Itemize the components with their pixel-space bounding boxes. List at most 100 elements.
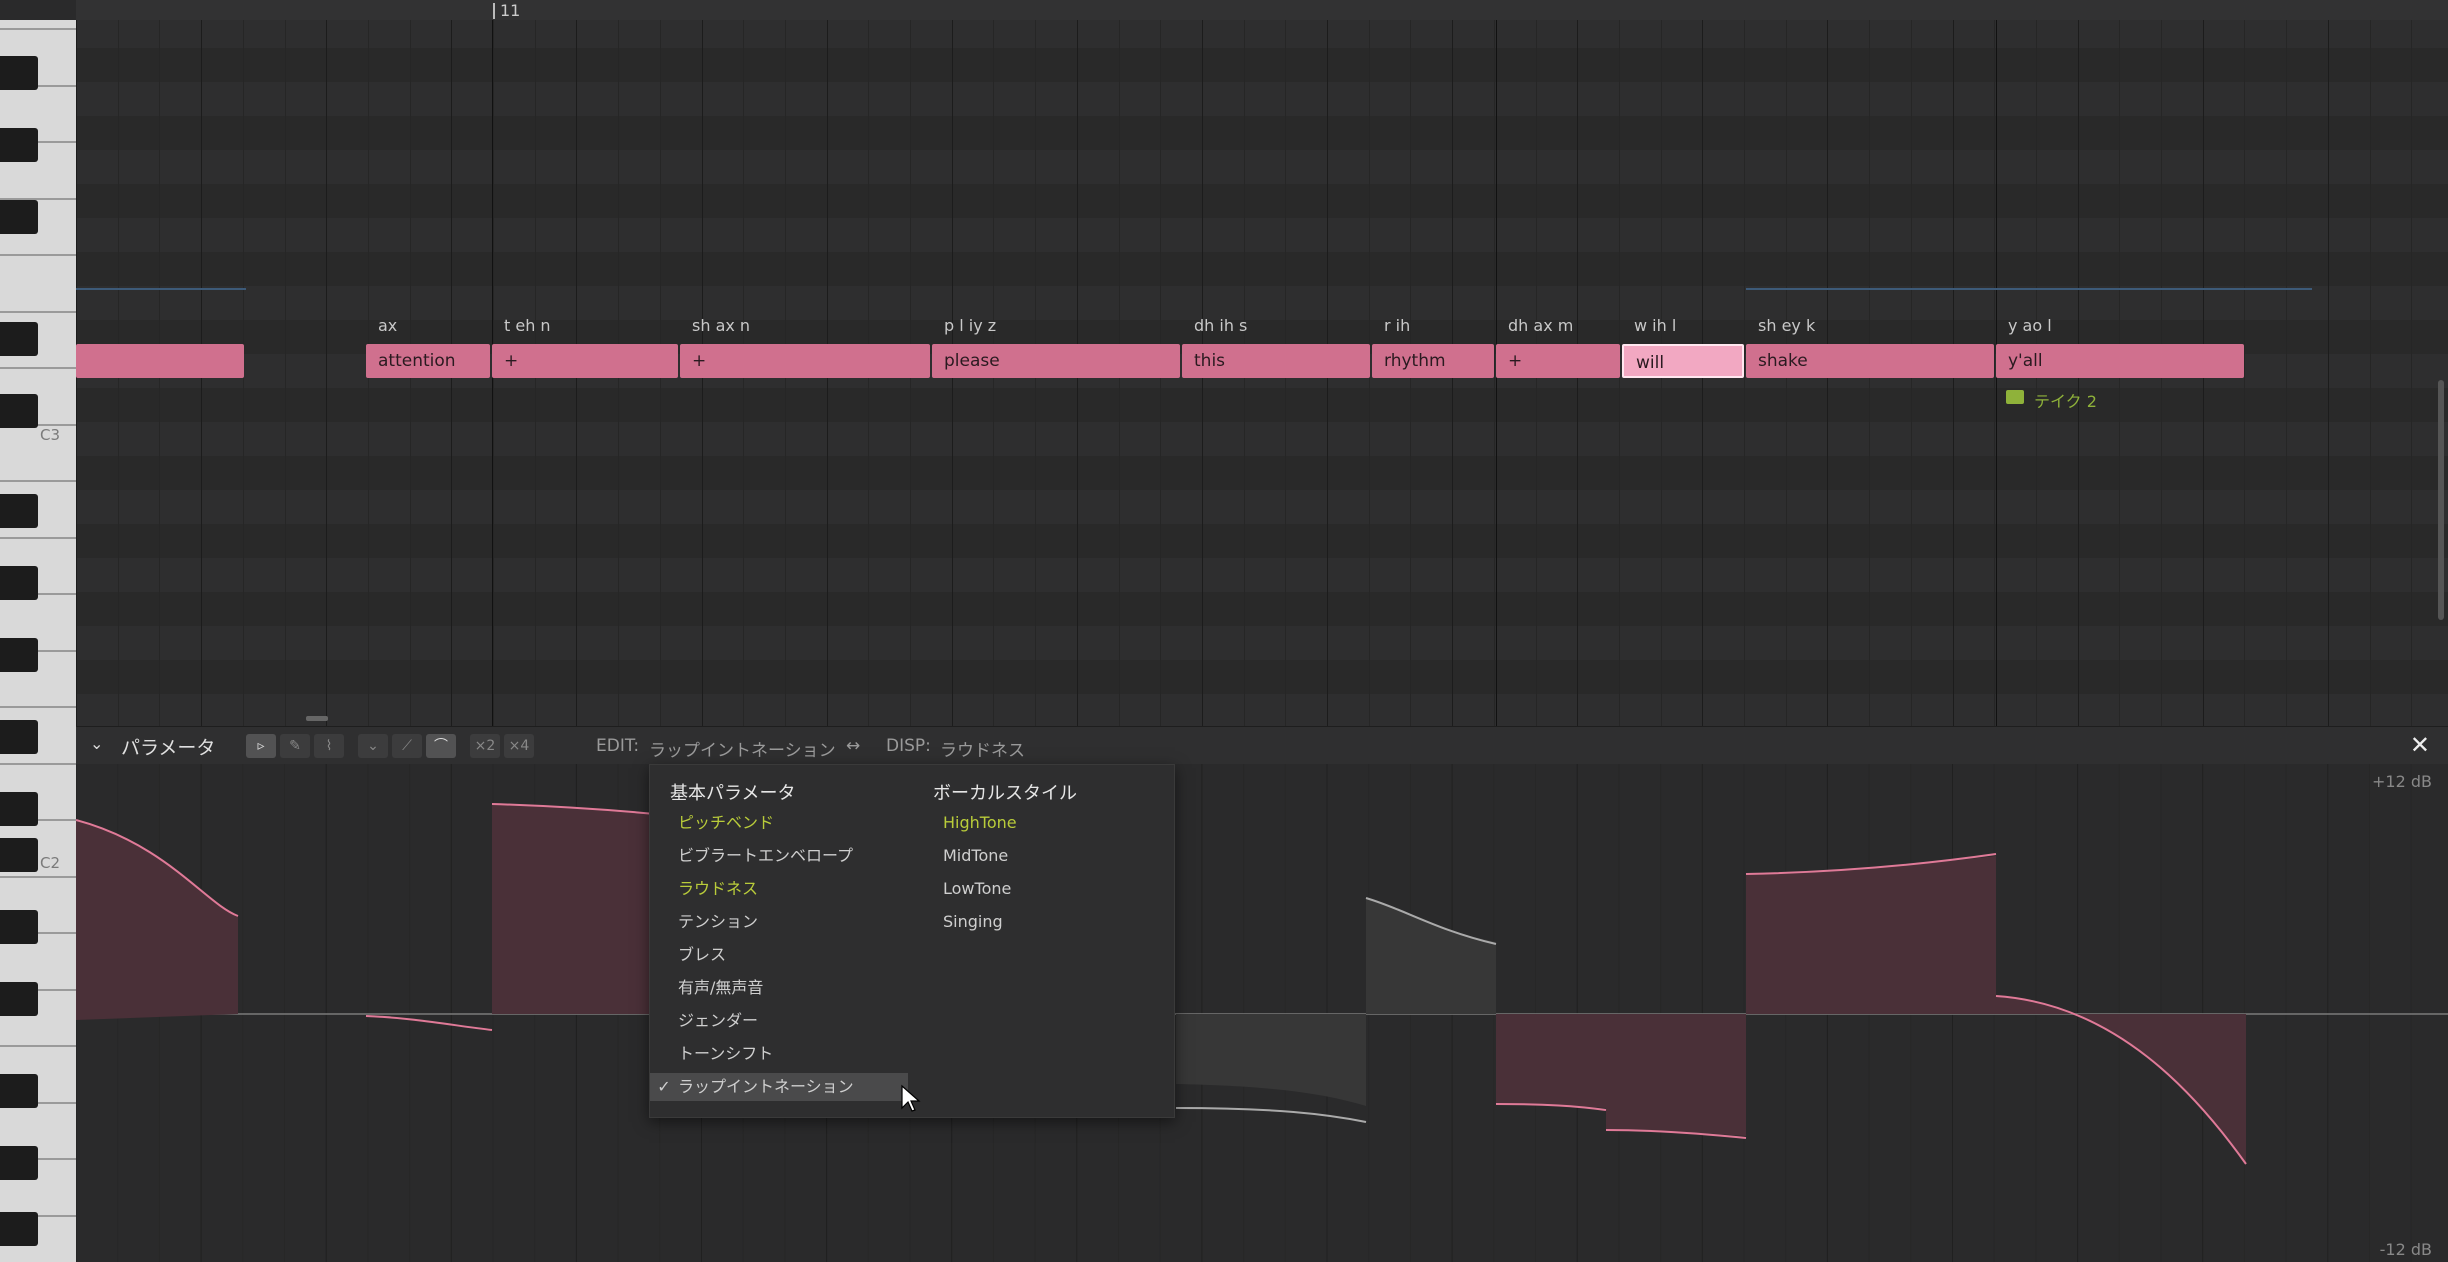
bar-number: 11 — [500, 1, 521, 20]
white-key-separator — [0, 706, 76, 708]
white-key-separator — [0, 310, 76, 313]
basic-params-header: 基本パラメータ — [670, 783, 796, 804]
menu-item-vocal-style[interactable]: MidTone — [943, 842, 1008, 870]
menu-item-label: テンション — [678, 912, 759, 931]
black-key[interactable] — [0, 792, 38, 826]
note[interactable]: rhythm — [1372, 344, 1494, 378]
black-key[interactable] — [0, 394, 38, 428]
menu-item-basic[interactable]: テンション — [650, 908, 910, 936]
menu-item-label: ピッチベンド — [678, 813, 775, 832]
pencil-tool-button[interactable]: ✎ — [280, 734, 310, 758]
pitch-lane — [76, 422, 2448, 456]
line-tool-button[interactable]: ⌇ — [314, 734, 344, 758]
pitch-lane — [76, 456, 2448, 490]
guide-line — [1746, 288, 2312, 290]
piano-roll-editor[interactable]: attention ax + t eh n + sh ax n please p l iy z… — [76, 20, 2448, 726]
black-key[interactable] — [0, 1146, 38, 1180]
x2-button[interactable]: ×2 — [470, 734, 500, 758]
black-key[interactable] — [0, 56, 38, 90]
black-key[interactable] — [0, 910, 38, 944]
menu-item-basic[interactable]: ビブラートエンベロープ — [650, 842, 910, 870]
white-key-separator — [0, 480, 76, 482]
pitch-lane — [76, 558, 2448, 592]
close-icon[interactable]: ✕ — [2410, 731, 2430, 759]
db-top-label: +12 dB — [2372, 772, 2432, 791]
menu-item-basic[interactable]: ✓ ラップイントネーション — [650, 1073, 908, 1101]
note-bottom-handle[interactable] — [306, 716, 328, 721]
note[interactable]: + — [1496, 344, 1620, 378]
note[interactable]: attention — [366, 344, 490, 378]
black-key[interactable] — [0, 838, 38, 872]
menu-item-label: ブレス — [678, 945, 727, 964]
note[interactable]: please — [932, 344, 1180, 378]
parameter-graph[interactable]: +12 dB -12 dB — [76, 764, 2448, 1262]
curve-arc-button[interactable]: ⌒ — [426, 734, 456, 758]
octave-label: C3 — [40, 426, 61, 444]
phoneme-label: sh ey k — [1758, 316, 1816, 335]
black-key[interactable] — [0, 200, 38, 234]
phoneme-label: y ao l — [2008, 316, 2052, 335]
menu-item-basic[interactable]: 有声/無声音 — [650, 974, 910, 1002]
note[interactable]: shake — [1746, 344, 1994, 378]
grid-line — [2411, 20, 2413, 726]
black-key[interactable] — [0, 1212, 38, 1246]
menu-item-basic[interactable]: ジェンダー — [650, 1007, 910, 1035]
pitch-lane — [76, 286, 2448, 320]
white-key-separator — [0, 875, 76, 878]
edit-param-selector[interactable]: ラップイントネーション — [649, 736, 836, 761]
pitch-lane — [76, 218, 2448, 252]
menu-item-vocal-style[interactable]: Singing — [943, 908, 1003, 936]
note[interactable]: + — [492, 344, 678, 378]
note[interactable]: will — [1622, 344, 1744, 378]
menu-item-label: ビブラートエンベロープ — [678, 846, 854, 865]
note[interactable]: y'all — [1996, 344, 2244, 378]
curve-up-button[interactable]: ⟋ — [392, 734, 422, 758]
menu-item-basic[interactable]: ブレス — [650, 941, 910, 969]
black-key[interactable] — [0, 494, 38, 528]
x4-button[interactable]: ×4 — [504, 734, 534, 758]
black-key[interactable] — [0, 128, 38, 162]
black-key[interactable] — [0, 566, 38, 600]
select-tool-button[interactable]: ▹ — [246, 734, 276, 758]
menu-item-label: ジェンダー — [678, 1011, 759, 1030]
menu-item-basic[interactable]: ラウドネス — [650, 875, 910, 903]
menu-item-vocal-style[interactable]: LowTone — [943, 875, 1011, 903]
playhead-marker[interactable] — [493, 3, 495, 19]
pitch-lane — [76, 116, 2448, 150]
menu-item-basic[interactable]: トーンシフト — [650, 1040, 910, 1068]
timeline-ruler[interactable] — [76, 0, 2448, 21]
phoneme-label: w ih l — [1634, 316, 1677, 335]
phoneme-label: t eh n — [504, 316, 551, 335]
black-key[interactable] — [0, 982, 38, 1016]
param-panel-title: パラメータ — [121, 737, 216, 759]
param-panel-header: ⌄ パラメータ ▹ ✎ ⌇ ⌄ ⟋ ⌒ ×2 ×4 EDIT: ラップイントネー… — [76, 726, 2448, 765]
take-label: テイク 2 — [2034, 392, 2097, 411]
guide-line — [76, 288, 246, 290]
white-key-separator — [0, 254, 76, 256]
curve-down-button[interactable]: ⌄ — [358, 734, 388, 758]
menu-item-label: 有声/無声音 — [678, 978, 764, 997]
parameter-curves — [76, 764, 2448, 1262]
note[interactable]: this — [1182, 344, 1370, 378]
grid-line — [1744, 20, 1745, 726]
disp-param-selector[interactable]: ラウドネス — [940, 736, 1025, 761]
pitch-lane — [76, 524, 2448, 558]
collapse-chevron-icon[interactable]: ⌄ — [90, 734, 103, 753]
black-key[interactable] — [0, 720, 38, 754]
menu-item-label: トーンシフト — [678, 1044, 774, 1063]
menu-item-basic[interactable]: ピッチベンド — [650, 809, 910, 837]
white-key-separator — [0, 762, 76, 765]
white-key-separator — [0, 1045, 76, 1047]
note[interactable] — [76, 344, 244, 378]
menu-item-vocal-style[interactable]: HighTone — [943, 809, 1017, 837]
pitch-lane — [76, 82, 2448, 116]
vertical-scrollbar[interactable] — [2438, 380, 2444, 620]
note[interactable]: + — [680, 344, 930, 378]
black-key[interactable] — [0, 1074, 38, 1108]
white-key-separator — [0, 367, 76, 369]
black-key[interactable] — [0, 638, 38, 672]
piano-keyboard[interactable]: C3 C2 — [0, 20, 76, 1262]
swap-icon[interactable]: ↔ — [846, 736, 860, 756]
white-key-separator — [0, 28, 76, 30]
black-key[interactable] — [0, 322, 38, 356]
